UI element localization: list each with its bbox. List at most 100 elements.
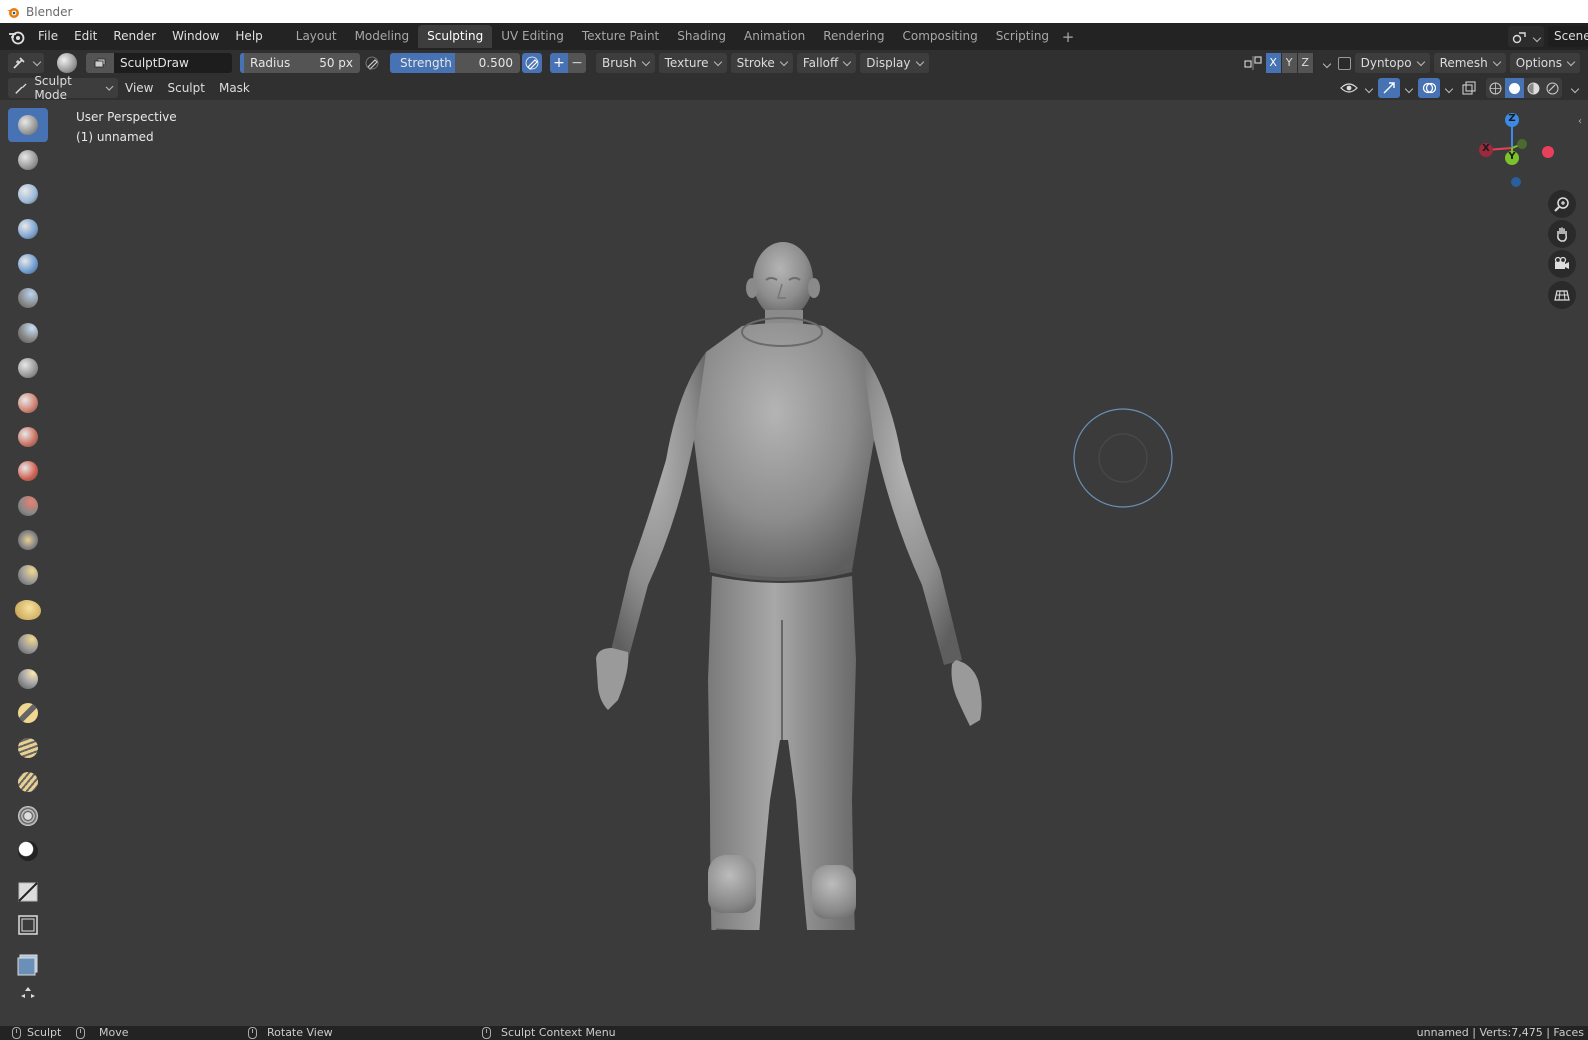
tool-draw[interactable] [8,108,48,142]
display-menu[interactable]: Display [860,53,929,73]
tool-simplify[interactable] [8,765,48,799]
tool-fill[interactable] [8,454,48,488]
add-workspace-icon[interactable]: + [1058,28,1078,46]
tab-layout[interactable]: Layout [287,25,346,48]
tool-draw-sharp[interactable] [8,143,48,177]
brush-preview[interactable] [54,52,80,74]
symmetry-z-toggle[interactable]: Z [1297,53,1314,73]
tab-uv-editing[interactable]: UV Editing [492,25,573,48]
3d-viewport[interactable]: User Perspective (1) unnamed Z X Y ‹ [0,100,1588,1026]
tab-scripting[interactable]: Scripting [987,25,1058,48]
dyntopo-checkbox[interactable] [1337,56,1351,70]
strength-value: 0.500 [478,56,513,70]
stroke-menu[interactable]: Stroke [730,53,793,73]
rendered-shading-icon[interactable] [1543,78,1562,98]
tab-modeling[interactable]: Modeling [346,25,419,48]
brush-datablock-icon[interactable] [86,53,114,73]
wireframe-shading-icon[interactable] [1486,78,1505,98]
navigation-gizmo[interactable]: Z X Y [1474,108,1558,192]
tool-mask[interactable] [8,799,48,833]
brush-menu[interactable]: Brush [596,53,655,73]
menu-help[interactable]: Help [227,23,270,50]
tool-box-mask[interactable] [8,875,48,909]
subtract-direction-icon[interactable]: − [568,53,586,73]
symmetry-x-toggle[interactable]: X [1265,53,1282,73]
tool-move[interactable] [8,986,48,1006]
menu-render[interactable]: Render [105,23,164,50]
menu-mask[interactable]: Mask [212,81,257,95]
tool-thumb[interactable] [8,627,48,661]
symmetry-y-toggle[interactable]: Y [1281,53,1298,73]
xray-toggle-icon[interactable] [1458,78,1480,98]
menu-sculpt[interactable]: Sculpt [160,81,211,95]
mesh-filter-icon [17,954,38,976]
menu-window[interactable]: Window [164,23,227,50]
tool-crease[interactable] [8,351,48,385]
ortho-grid-icon[interactable] [1548,281,1576,309]
scene-selector[interactable] [1508,26,1544,47]
material-shading-icon[interactable] [1524,78,1543,98]
tool-snake-hook[interactable] [8,593,48,627]
layer-brush-icon [18,254,38,274]
radius-slider[interactable]: Radius 50 px [240,53,360,73]
options-menu[interactable]: Options [1509,53,1580,73]
tab-animation[interactable]: Animation [735,25,814,48]
remesh-menu[interactable]: Remesh [1433,53,1506,73]
tool-scrape[interactable] [8,489,48,523]
menu-view[interactable]: View [118,81,160,95]
symmetry-options-chevron-icon[interactable] [1318,56,1330,70]
tool-mesh-filter[interactable] [8,948,48,982]
tool-blob[interactable] [8,316,48,350]
blender-menu-icon[interactable] [4,23,30,50]
overlays-chevron-icon[interactable] [1440,81,1452,95]
symmetry-icon[interactable] [1244,55,1262,71]
tool-box-hide[interactable] [8,908,48,942]
pinch-brush-icon [18,530,38,550]
tab-rendering[interactable]: Rendering [814,25,893,48]
dyntopo-menu[interactable]: Dyntopo [1354,53,1430,73]
strength-slider[interactable]: Strength 0.500 [390,53,520,73]
tab-compositing[interactable]: Compositing [893,25,986,48]
visibility-eye-icon[interactable] [1338,78,1360,98]
visibility-chevron-icon[interactable] [1360,81,1372,95]
tool-nudge[interactable] [8,662,48,696]
texture-menu[interactable]: Texture [658,53,727,73]
menu-edit[interactable]: Edit [66,23,105,50]
solid-shading-icon[interactable] [1505,78,1524,98]
middle-mouse-icon [76,1027,85,1039]
brush-name-field[interactable]: SculptDraw [114,53,232,73]
tool-settings-dropdown[interactable] [8,53,44,73]
tab-sculpting[interactable]: Sculpting [418,25,493,48]
tool-slide-relax[interactable] [8,731,48,765]
sculpt-model[interactable] [570,240,1010,930]
strength-pressure-icon[interactable] [522,53,542,73]
menu-file[interactable]: File [30,23,66,50]
scene-name[interactable]: Scene [1548,26,1588,47]
falloff-menu[interactable]: Falloff [796,53,857,73]
tool-clay-strips[interactable] [8,212,48,246]
overlays-toggle-icon[interactable] [1418,78,1440,98]
sidebar-toggle-icon[interactable]: ‹ [1578,116,1586,127]
status-bar: Sculpt Move Rotate View Sculpt Context M… [0,1026,1588,1040]
tool-clay[interactable] [8,177,48,211]
tool-inflate[interactable] [8,281,48,315]
tool-grab[interactable] [8,558,48,592]
tool-pinch[interactable] [8,523,48,557]
gizmo-chevron-icon[interactable] [1400,81,1412,95]
tool-layer[interactable] [8,247,48,281]
tool-rotate[interactable] [8,696,48,730]
mode-selector[interactable]: Sculpt Mode [8,74,118,102]
tab-shading[interactable]: Shading [668,25,735,48]
gizmo-toggle-icon[interactable] [1378,78,1400,98]
title-bar: Blender [0,0,1588,23]
radius-pressure-icon[interactable] [362,53,382,73]
tool-draw-face-sets[interactable] [8,834,48,868]
tool-flatten[interactable] [8,420,48,454]
pan-hand-icon[interactable] [1548,220,1576,248]
tab-texture-paint[interactable]: Texture Paint [573,25,668,48]
shading-chevron-icon[interactable] [1566,81,1578,95]
tool-smooth[interactable] [8,386,48,420]
add-direction-icon[interactable]: + [550,53,568,73]
camera-view-icon[interactable] [1548,250,1576,278]
zoom-icon[interactable] [1548,190,1576,218]
